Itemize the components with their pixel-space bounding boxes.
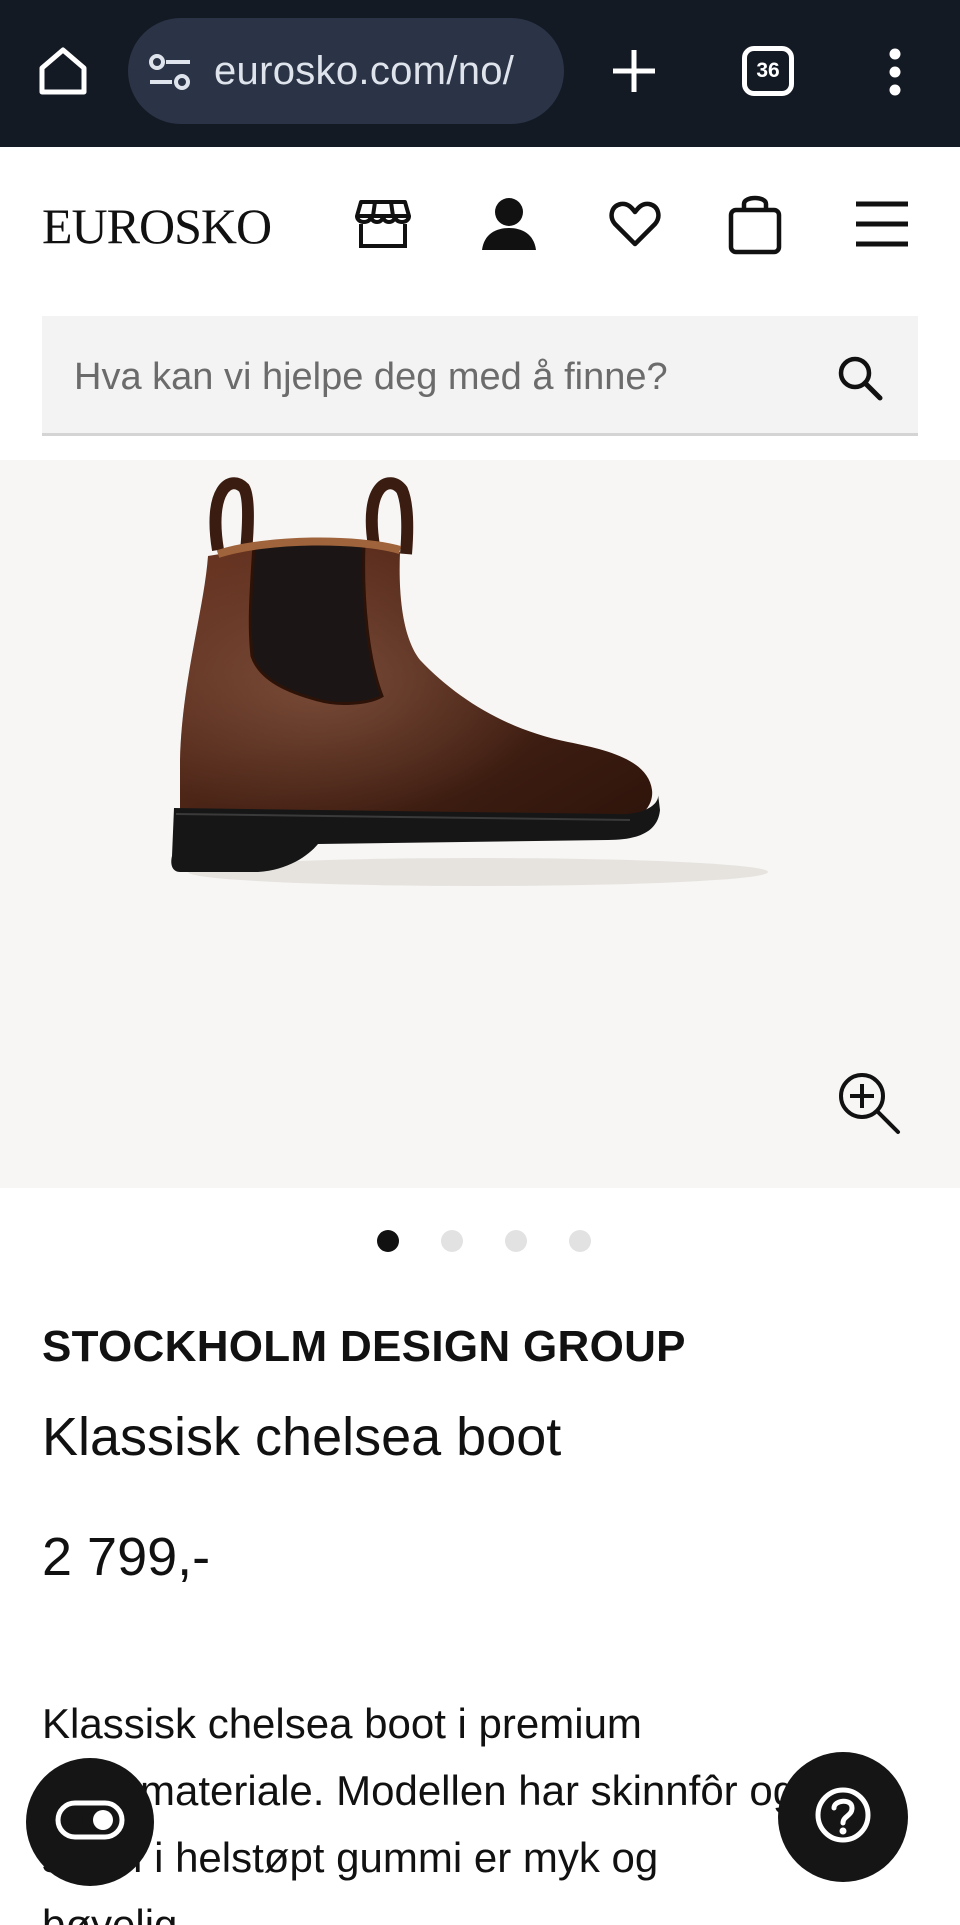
user-icon[interactable]: [478, 194, 540, 254]
gallery-dot[interactable]: [569, 1230, 591, 1252]
menu-icon[interactable]: [852, 196, 912, 252]
tab-count: 36: [756, 59, 780, 82]
product-image-gallery[interactable]: [0, 460, 960, 1188]
url-text[interactable]: eurosko.com/no/: [214, 46, 554, 96]
product-image[interactable]: [168, 460, 788, 900]
bag-icon[interactable]: [724, 190, 786, 258]
search-icon[interactable]: [836, 354, 884, 402]
tune-icon[interactable]: [148, 52, 192, 92]
logo-wordmark: EUROSKO: [42, 200, 271, 250]
gallery-pagination: [0, 1230, 960, 1254]
gallery-dot[interactable]: [377, 1230, 399, 1252]
tab-switcher-button[interactable]: 36: [742, 46, 794, 96]
plus-icon[interactable]: [606, 38, 662, 104]
product-price: 2 799,-: [42, 1527, 211, 1587]
gallery-dot[interactable]: [441, 1230, 463, 1252]
help-button[interactable]: [778, 1752, 908, 1882]
accessibility-toggle-icon: [55, 1800, 125, 1845]
help-icon: [814, 1786, 872, 1849]
search-input[interactable]: [74, 352, 794, 402]
heart-icon[interactable]: [604, 196, 666, 252]
search-bar: [42, 316, 918, 436]
store-icon[interactable]: [352, 196, 414, 252]
eurosko-logo[interactable]: EUROSKO: [42, 198, 286, 254]
product-brand[interactable]: STOCKHOLM DESIGN GROUP: [42, 1322, 686, 1372]
gallery-dot[interactable]: [505, 1230, 527, 1252]
zoom-in-icon[interactable]: [836, 1070, 902, 1136]
kebab-icon[interactable]: [880, 40, 910, 104]
accessibility-toggle-button[interactable]: [26, 1758, 154, 1886]
address-bar[interactable]: eurosko.com/no/: [128, 18, 564, 124]
browser-toolbar: eurosko.com/no/ 36: [0, 0, 960, 147]
home-icon[interactable]: [30, 36, 96, 106]
product-title: Klassisk chelsea boot: [42, 1407, 562, 1467]
